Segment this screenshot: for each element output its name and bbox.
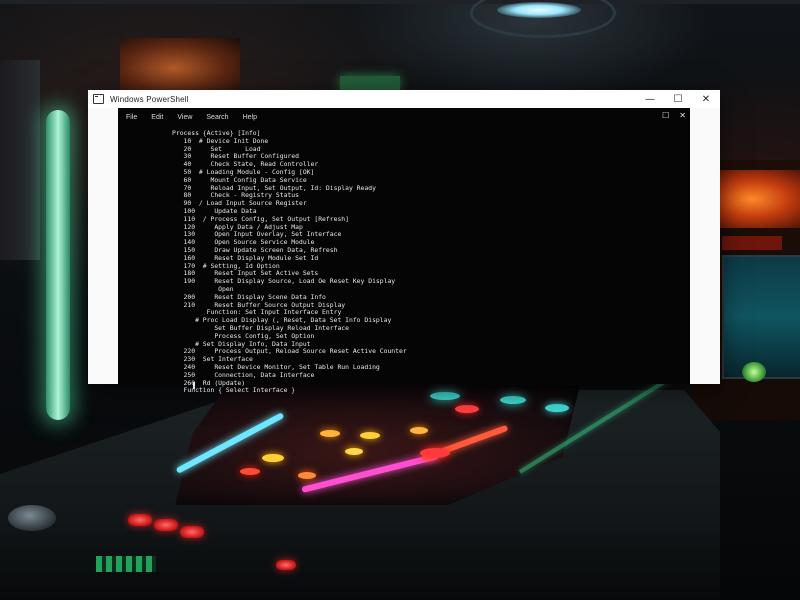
playfield-light: [410, 427, 428, 434]
terminal-line: 30 Reset Buffer Configured: [172, 153, 299, 161]
terminal-app-icon: [93, 94, 104, 104]
terminal-line: 120 Apply Data / Adjust Map: [172, 223, 303, 231]
terminal-line: 100 Update Data: [172, 207, 257, 215]
terminal-line: 180 Reset Input Set Active Sets: [172, 270, 319, 278]
menu-edit[interactable]: Edit: [151, 114, 163, 121]
menu-file[interactable]: File: [126, 114, 137, 121]
terminal-line: 40 Check State, Read Controller: [172, 161, 319, 169]
playfield-light: [345, 448, 363, 455]
green-neon-sign: [340, 76, 400, 90]
terminal-line: Open: [172, 285, 234, 293]
terminal-line: Process Config, Set Option: [172, 332, 315, 340]
terminal-output[interactable]: Process {Active} [Info] 10 # Device Init…: [172, 130, 672, 403]
terminal-line: 190 Reset Display Source, Load Oe Reset …: [172, 278, 396, 286]
playfield-light: [320, 430, 340, 437]
terminal-line: 140 Open Source Service Module: [172, 239, 315, 247]
terminal-window[interactable]: Windows PowerShell — ☐ ✕ File Edit View …: [88, 90, 720, 394]
cabinet-red-button: [180, 526, 204, 538]
terminal-line: 70 Reload Input, Set Output, Id: Display…: [172, 184, 376, 192]
terminal-line: Process {Active} [Info]: [172, 130, 261, 137]
playfield-light: [262, 454, 284, 462]
menu-search[interactable]: Search: [206, 114, 228, 121]
terminal-line: 10 # Device Init Done: [172, 137, 269, 145]
playfield-light: [455, 405, 479, 413]
terminal-line: 200 Reset Display Scene Data Info: [172, 293, 326, 301]
pane-close-icon[interactable]: ✕: [679, 111, 686, 120]
terminal-line: # Proc Load Display (, Reset, Data Set I…: [172, 317, 392, 325]
green-neon-tube: [46, 110, 70, 420]
pane-restore-icon[interactable]: ☐: [662, 111, 669, 120]
close-button[interactable]: ✕: [692, 90, 720, 108]
terminal-line: 240 Reset Device Monitor, Set Table Run …: [172, 363, 380, 371]
window-controls: — ☐ ✕: [636, 90, 720, 108]
terminal-menubar: File Edit View Search Help ☐ ✕: [118, 108, 690, 126]
wall-poster: [120, 38, 240, 98]
terminal-line: 220 Process Output, Reload Source Reset …: [172, 348, 407, 356]
right-cabinet-sign: [722, 236, 782, 250]
terminal-line: 130 Open Input Overlay, Set Interface: [172, 231, 342, 239]
right-cabinet-light: [742, 362, 766, 382]
right-cabinet-screen: [722, 255, 800, 379]
window-right-margin: [690, 108, 720, 384]
terminal-line: 60 Mount Config Data Service: [172, 176, 307, 184]
menu-view[interactable]: View: [177, 114, 192, 121]
terminal-line: 150 Draw Update Screen Data, Refresh: [172, 246, 338, 254]
menu-help[interactable]: Help: [243, 114, 257, 121]
terminal-pane[interactable]: File Edit View Search Help ☐ ✕ Process {…: [118, 108, 690, 394]
terminal-line: 170 # Setting, Id Option: [172, 262, 280, 270]
playfield-light: [360, 432, 380, 439]
playfield-light: [240, 468, 260, 475]
playfield-light: [298, 472, 316, 479]
playfield-light: [420, 448, 450, 458]
terminal-line: 90 / Load Input Source Register: [172, 200, 307, 208]
cabinet-red-button: [128, 514, 152, 526]
terminal-line: 20 Set Load: [172, 145, 261, 153]
pane-controls: ☐ ✕: [662, 111, 686, 120]
plunger-knob: [8, 505, 56, 531]
left-cabinet-panel: [0, 60, 40, 260]
terminal-line: 250 Connection, Data Interface: [172, 371, 315, 379]
ceiling-lamp: [497, 2, 581, 18]
terminal-line: Function: Set Input Interface Entry: [172, 309, 342, 317]
text-cursor: [193, 382, 195, 389]
terminal-line: 110 / Process Config, Set Output [Refres…: [172, 215, 349, 223]
ceiling-edge: [0, 0, 800, 4]
window-titlebar[interactable]: Windows PowerShell — ☐ ✕: [88, 90, 720, 108]
terminal-line: 160 Reset Display Module Set Id: [172, 254, 319, 262]
minimize-button[interactable]: —: [636, 90, 664, 108]
maximize-button[interactable]: ☐: [664, 90, 692, 108]
terminal-line: 80 Check - Registry Status: [172, 192, 299, 200]
terminal-line: # Set Display Info, Data Input: [172, 340, 311, 348]
window-title: Windows PowerShell: [110, 94, 189, 104]
cabinet-red-button: [154, 519, 178, 531]
window-left-margin: [88, 108, 118, 384]
terminal-line: 260 Rd (Update): [172, 379, 246, 387]
cabinet-vents: [96, 556, 156, 572]
terminal-line: 50 # Loading Module - Config [OK]: [172, 168, 315, 176]
cabinet-red-button: [276, 560, 296, 570]
playfield-light: [545, 404, 569, 412]
terminal-line: Function { Select Interface }: [172, 387, 296, 395]
terminal-line: Set Buffer Display Reload Interface: [172, 324, 349, 332]
terminal-line: 210 Reset Buffer Source Output Display: [172, 301, 346, 309]
terminal-line: 230 Set Interface: [172, 356, 253, 364]
